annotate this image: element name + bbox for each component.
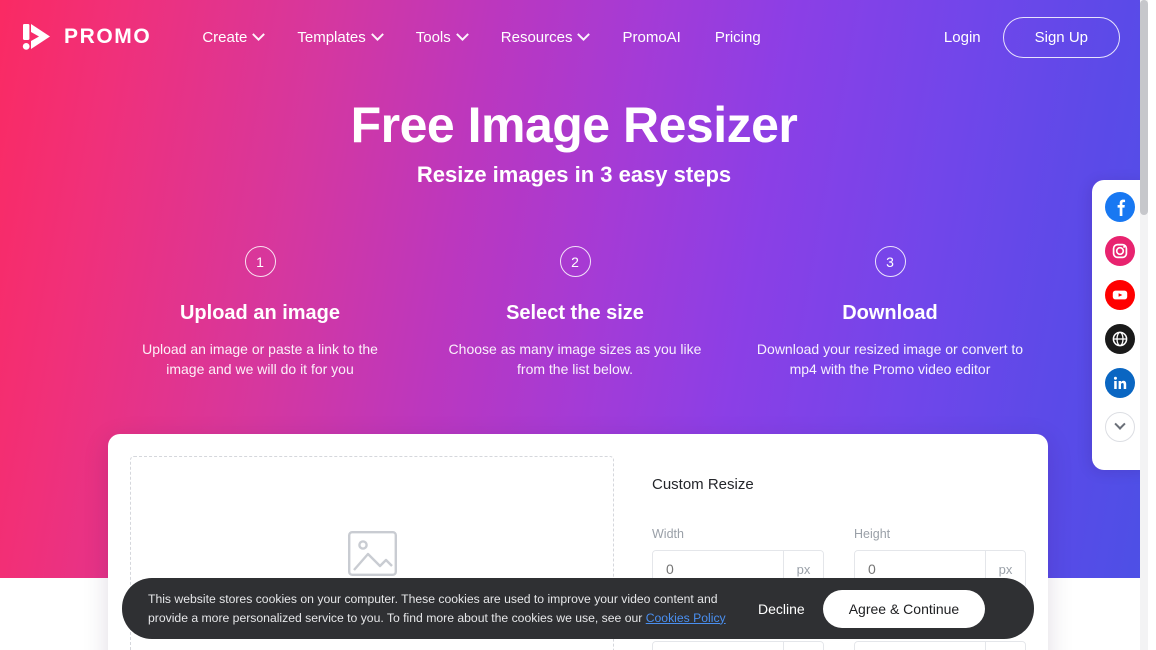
linkedin-icon[interactable] [1105, 368, 1135, 398]
cookies-policy-link[interactable]: Cookies Policy [646, 611, 726, 625]
step-description: Choose as many image sizes as you like f… [448, 341, 702, 378]
nav-item-templates[interactable]: Templates [280, 21, 398, 54]
nav-right-actions: Login Sign Up [944, 16, 1126, 58]
nav-item-label: Tools [415, 28, 451, 46]
step-number-badge: 1 [244, 246, 276, 277]
step-title: Download [842, 302, 938, 324]
login-link[interactable]: Login [944, 29, 981, 46]
step-2: 2 Select the size Choose as many image s… [425, 246, 725, 380]
page-title: Free Image Resizer [350, 97, 798, 153]
nav-item-label: Pricing [714, 28, 761, 46]
nav-item-pricing[interactable]: Pricing [698, 21, 778, 54]
web-globe-icon[interactable] [1105, 324, 1135, 354]
y-scale-input[interactable] [855, 642, 985, 650]
height-label: Height [854, 527, 891, 541]
page-scrollbar-thumb[interactable] [1140, 0, 1148, 215]
chevron-down-icon [252, 27, 266, 41]
page-root: PROMO Create Templates Tools Resources P… [0, 0, 1148, 650]
step-title: Upload an image [179, 302, 341, 324]
step-title: Select the size [506, 302, 644, 324]
nav-item-tools[interactable]: Tools [399, 21, 484, 54]
nav-item-label: PromoAI [622, 28, 681, 46]
step-3: 3 Download Download your resized image o… [740, 246, 1040, 380]
nav-item-label: Resources [500, 28, 573, 46]
cookie-banner-text: This website stores cookies on your comp… [148, 590, 758, 627]
y-scale-unit-label: % [985, 642, 1025, 650]
y-scale-input-wrap[interactable]: % [854, 641, 1026, 650]
agree-continue-button[interactable]: Agree & Continue [822, 589, 986, 628]
page-scrollbar-track[interactable] [1140, 0, 1148, 650]
cookie-consent-banner: This website stores cookies on your comp… [122, 578, 1034, 639]
cookie-text-body: This website stores cookies on your comp… [148, 592, 718, 625]
nav-item-label: Templates [297, 28, 366, 46]
youtube-icon[interactable] [1105, 280, 1135, 310]
nav-item-create[interactable]: Create [185, 21, 280, 54]
facebook-icon[interactable] [1105, 192, 1135, 222]
top-navigation-bar: PROMO Create Templates Tools Resources P… [0, 0, 1148, 74]
steps-section: 1 Upload an image Upload an image or pas… [110, 246, 1040, 380]
nav-item-label: Create [202, 28, 248, 46]
decline-button[interactable]: Decline [758, 601, 805, 617]
x-scale-input[interactable] [653, 642, 783, 650]
play-triangle-logo-icon [22, 22, 53, 53]
promo-logo[interactable]: PROMO [22, 22, 151, 53]
nav-item-resources[interactable]: Resources [484, 21, 606, 54]
step-description: Download your resized image or convert t… [756, 341, 1024, 378]
chevron-down-icon [1114, 418, 1126, 430]
nav-item-promoai[interactable]: PromoAI [605, 21, 697, 54]
step-1: 1 Upload an image Upload an image or pas… [110, 246, 410, 380]
page-subtitle: Resize images in 3 easy steps [416, 162, 732, 187]
step-number-badge: 2 [559, 246, 591, 277]
signup-button[interactable]: Sign Up [1002, 16, 1120, 58]
nav-links: Create Templates Tools Resources PromoAI… [185, 21, 777, 54]
brand-name: PROMO [64, 25, 152, 48]
chevron-down-icon [370, 27, 384, 41]
instagram-icon[interactable] [1105, 236, 1135, 266]
step-number-badge: 3 [874, 246, 906, 277]
social-collapse-button[interactable] [1105, 412, 1135, 442]
chevron-down-icon [577, 27, 591, 41]
image-placeholder-icon [347, 531, 397, 576]
x-scale-input-wrap[interactable]: % [652, 641, 824, 650]
chevron-down-icon [455, 27, 469, 41]
step-description: Upload an image or paste a link to the i… [142, 341, 378, 378]
custom-resize-title: Custom Resize [652, 476, 754, 493]
width-label: Width [652, 527, 684, 541]
x-scale-unit-label: % [783, 642, 823, 650]
